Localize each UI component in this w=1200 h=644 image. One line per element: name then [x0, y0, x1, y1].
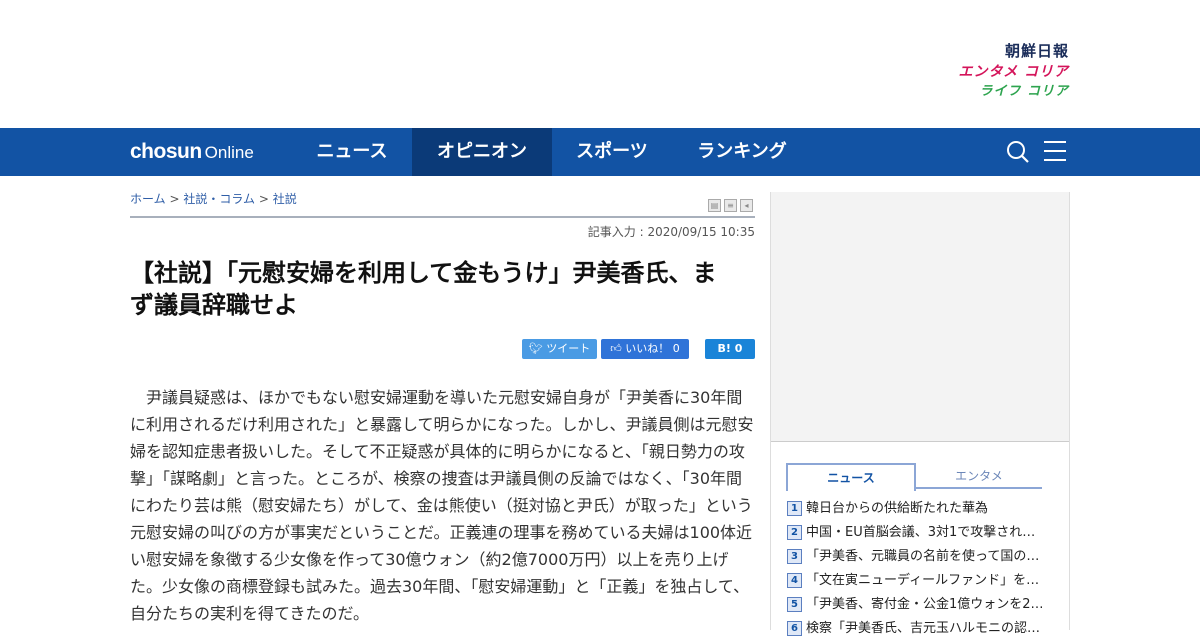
life-korea-link[interactable]: ライフ コリア	[929, 85, 1069, 98]
ranking-item[interactable]: 1 韓日台からの供給断たれた華為	[787, 500, 1057, 524]
entame-korea-link[interactable]: エンタメ コリア	[929, 65, 1069, 79]
top-header: 朝鮮日報 エンタメ コリア ライフ コリア	[0, 0, 1200, 128]
rank-title: 「尹美香、元職員の名前を使って国の…	[806, 549, 1040, 564]
ad-slot	[771, 192, 1069, 442]
rank-title: 中国・EU首脳会議、3対1で攻撃され…	[806, 525, 1036, 540]
ranking-item[interactable]: 5 「尹美香、寄付金・公金1億ウォンを2…	[787, 596, 1057, 620]
breadcrumb-sep: >	[258, 192, 269, 206]
hatena-bookmark-button[interactable]: B! 0	[705, 339, 755, 359]
rank-number: 6	[787, 621, 802, 636]
rank-number: 2	[787, 525, 802, 540]
rank-number: 3	[787, 549, 802, 564]
ranking-item[interactable]: 6 検察「尹美香氏、吉元玉ハルモニの認…	[787, 620, 1057, 644]
tweet-button[interactable]: 🐦︎ ツイート	[522, 339, 597, 359]
article-body: 尹議員疑惑は、ほかでもない慰安婦運動を導いた元慰安婦自身が「尹美香に30年間に利…	[130, 388, 754, 623]
tab-news[interactable]: ニュース	[786, 463, 916, 491]
rank-title: 韓日台からの供給断たれた華為	[806, 501, 989, 516]
tab-entame[interactable]: エンタメ	[916, 463, 1042, 489]
logo-sub: Online	[204, 143, 254, 162]
logo-main: chosun	[130, 140, 202, 163]
chosun-ilbo-link[interactable]: 朝鮮日報	[929, 44, 1069, 59]
partner-brand-links: 朝鮮日報 エンタメ コリア ライフ コリア	[929, 44, 1069, 99]
breadcrumb-section[interactable]: 社説・コラム	[183, 192, 255, 206]
thumbs-up-icon: 👍︎	[610, 342, 626, 355]
breadcrumb-home[interactable]: ホーム	[130, 192, 166, 206]
rank-title: 「尹美香、寄付金・公金1億ウォンを2…	[806, 597, 1044, 612]
rank-title: 「文在寅ニューディールファンド」を…	[806, 573, 1040, 588]
nav-opinion[interactable]: オピニオン	[412, 128, 552, 176]
ranking-item[interactable]: 3 「尹美香、元職員の名前を使って国の…	[787, 548, 1057, 572]
rank-number: 4	[787, 573, 802, 588]
list-icon[interactable]: ≡	[724, 199, 737, 212]
nav-ranking[interactable]: ランキング	[672, 128, 812, 176]
like-label: いいね！ 0	[625, 342, 680, 355]
ranking-tabs: ニュース エンタメ	[786, 463, 1042, 491]
back-icon[interactable]: ◂	[740, 199, 753, 212]
ranking-item[interactable]: 4 「文在寅ニューディールファンド」を…	[787, 572, 1057, 596]
ranking-list: 1 韓日台からの供給断たれた華為 2 中国・EU首脳会議、3対1で攻撃され… 3 「尹…	[787, 500, 1057, 644]
search-icon[interactable]	[1006, 140, 1030, 164]
nav-news[interactable]: ニュース	[292, 128, 412, 176]
nav-sports[interactable]: スポーツ	[552, 128, 672, 176]
print-icon[interactable]: ▤	[708, 199, 721, 212]
article-headline: 【社説】「元慰安婦を利用して金もうけ」尹美香氏、まず議員辞職せよ	[130, 259, 717, 319]
ranking-item[interactable]: 2 中国・EU首脳会議、3対1で攻撃され…	[787, 524, 1057, 548]
rank-title: 検察「尹美香氏、吉元玉ハルモニの認…	[806, 621, 1041, 636]
breadcrumb-subsection[interactable]: 社説	[273, 192, 297, 206]
menu-icon[interactable]	[1044, 141, 1066, 161]
rank-number: 1	[787, 501, 802, 516]
breadcrumb-sep: >	[169, 192, 180, 206]
sidebar: ニュース エンタメ 1 韓日台からの供給断たれた華為 2 中国・EU首脳会議、3対1…	[770, 192, 1070, 636]
article-date: 記事入力 : 2020/09/15 10:35	[587, 225, 755, 239]
tweet-label: ツイート	[546, 342, 591, 355]
divider	[130, 216, 755, 218]
rank-number: 5	[787, 597, 802, 612]
breadcrumb: ホーム > 社説・コラム > 社説	[130, 190, 297, 207]
facebook-like-button[interactable]: 👍︎ いいね！ 0	[601, 339, 689, 359]
article-tools: ▤ ≡ ◂	[705, 193, 755, 212]
twitter-icon: 🐦︎	[528, 342, 547, 355]
site-logo[interactable]: chosun Online	[130, 140, 254, 164]
